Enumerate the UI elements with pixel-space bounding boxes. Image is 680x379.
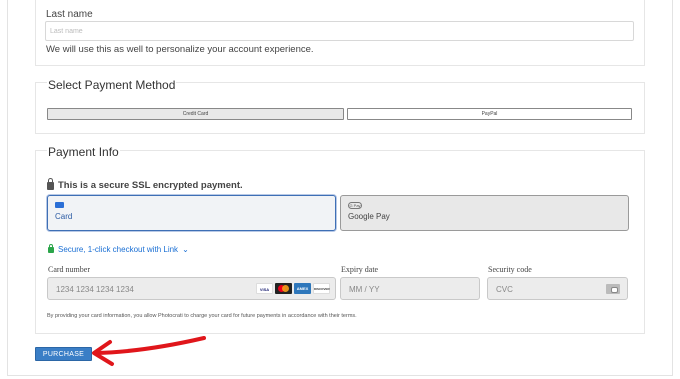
mastercard-icon	[275, 283, 292, 294]
secure-text: This is a secure SSL encrypted payment.	[58, 180, 243, 191]
red-arrow-annotation	[92, 336, 206, 366]
tab-google-pay-label: Google Pay	[348, 212, 390, 221]
card-number-label: Card number	[48, 265, 90, 274]
amex-icon: AMEX	[294, 283, 311, 294]
chevron-down-icon: ⌄	[182, 245, 189, 254]
link-checkout-text: Secure, 1-click checkout with Link	[58, 245, 179, 254]
tab-google-pay[interactable]: G Pay Google Pay	[340, 195, 629, 231]
payment-info-section	[35, 150, 645, 334]
last-name-input[interactable]: Last name	[45, 21, 634, 41]
secure-notice: This is a secure SSL encrypted payment.	[47, 177, 243, 191]
payment-info-title: Payment Info	[47, 145, 120, 159]
lock-icon	[47, 177, 54, 190]
tab-card-label: Card	[55, 212, 73, 221]
security-code-label: Security code	[488, 265, 532, 274]
credit-card-icon	[55, 202, 64, 208]
expiry-placeholder: MM / YY	[349, 285, 380, 294]
expiry-date-input[interactable]: MM / YY	[340, 277, 480, 300]
expiry-date-label: Expiry date	[341, 265, 379, 274]
cvc-card-icon	[606, 284, 620, 294]
card-number-placeholder: 1234 1234 1234 1234	[56, 285, 134, 294]
purchase-button[interactable]: PURCHASE	[35, 347, 92, 361]
card-brands: VISA AMEX DISCOVER	[256, 283, 330, 294]
tab-card[interactable]: Card	[47, 195, 336, 231]
green-lock-icon	[48, 243, 54, 253]
cvc-placeholder: CVC	[496, 285, 513, 294]
paypal-button[interactable]: PayPal	[347, 108, 632, 120]
card-number-input[interactable]: 1234 1234 1234 1234 VISA AMEX DISCOVER	[47, 277, 336, 300]
link-checkout[interactable]: Secure, 1-click checkout with Link ⌄	[48, 243, 189, 254]
visa-icon: VISA	[256, 283, 273, 294]
terms-text: By providing your card information, you …	[47, 313, 357, 319]
last-name-help-text: We will use this as well to personalize …	[46, 44, 314, 55]
security-code-input[interactable]: CVC	[487, 277, 628, 300]
google-pay-icon: G Pay	[348, 202, 362, 209]
credit-card-button[interactable]: Credit Card	[47, 108, 344, 120]
discover-icon: DISCOVER	[313, 283, 330, 294]
payment-method-title: Select Payment Method	[47, 78, 177, 92]
last-name-label: Last name	[46, 9, 93, 20]
